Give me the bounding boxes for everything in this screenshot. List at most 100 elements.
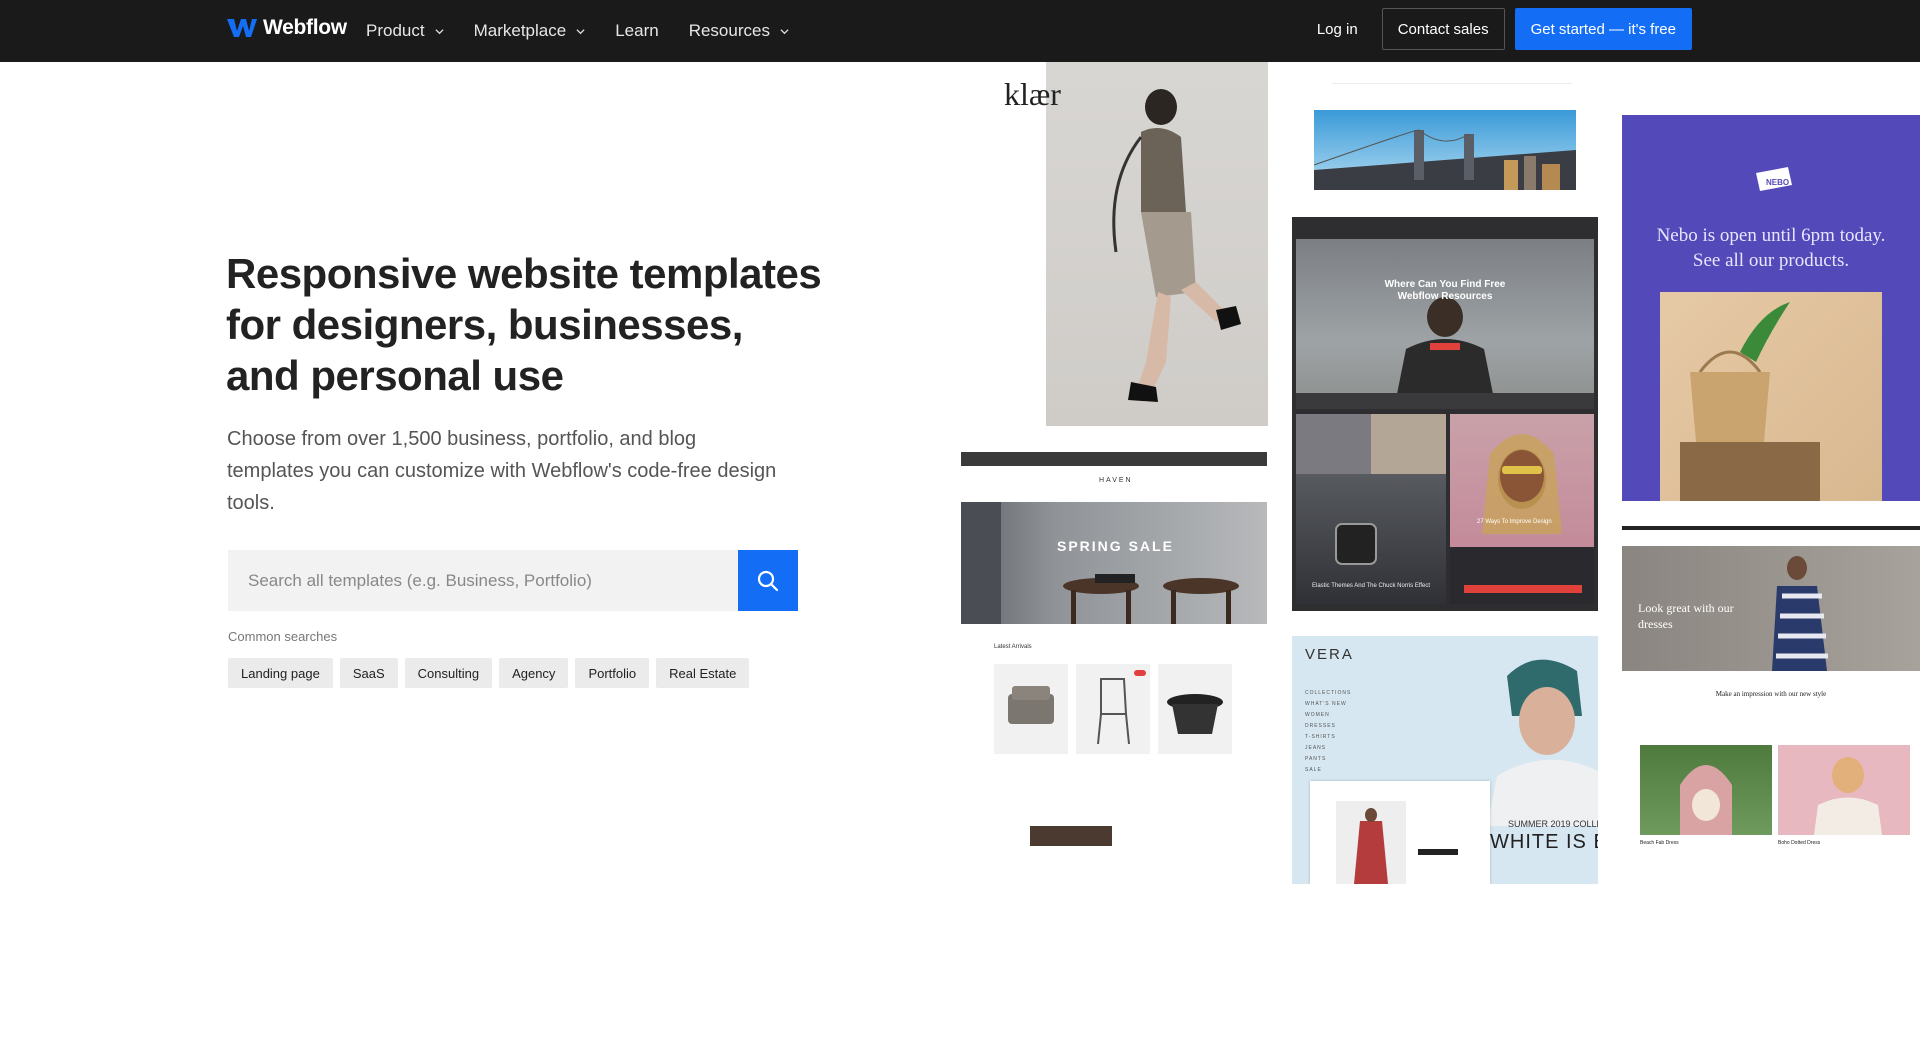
vera-menu-item: PANTS	[1305, 756, 1327, 762]
digest-headline: Where Can You Find Free Webflow Resource…	[1384, 279, 1506, 302]
chevron-down-icon	[780, 28, 789, 34]
vera-menu-item: SALE	[1305, 767, 1322, 773]
nebo-logo-icon: NEBO	[1756, 167, 1792, 191]
common-searches-label: Common searches	[228, 629, 338, 644]
vera-menu: COLLECTIONS WHAT'S NEW WOMEN DRESSES T-S…	[1305, 688, 1351, 776]
chevron-down-icon	[435, 28, 444, 34]
man-with-backpack-image	[1394, 297, 1496, 409]
vera-menu-item: COLLECTIONS	[1305, 690, 1352, 696]
digest-hero	[1296, 239, 1594, 409]
vera-menu-item: DRESSES	[1305, 723, 1336, 729]
template-card-digest[interactable]: Where Can You Find Free Webflow Resource…	[1292, 217, 1598, 611]
nebo-headline: Nebo is open until 6pm today. See all ou…	[1656, 225, 1886, 271]
chip-consulting[interactable]: Consulting	[404, 658, 493, 688]
moda-item-1: Beach Fab Dress	[1640, 840, 1679, 846]
city-header-lines	[1332, 66, 1572, 84]
pink-arch-image	[1680, 765, 1732, 835]
template-card-moda[interactable]: Look great with our dresses Make an impr…	[1622, 526, 1920, 884]
nav-resources-label: Resources	[688, 21, 770, 40]
nav-marketplace-label: Marketplace	[473, 21, 567, 40]
moda-headline: Look great with our dresses	[1638, 601, 1734, 631]
chair-image	[1097, 670, 1146, 745]
brand-name: Webflow	[263, 16, 347, 39]
template-card-city[interactable]	[1292, 62, 1598, 192]
basket-image	[1680, 302, 1820, 501]
chip-portfolio[interactable]: Portfolio	[575, 658, 650, 688]
haven-section-title: Latest Arrivals	[994, 644, 1032, 650]
moda-section-title: Make an impression with our new style	[1715, 690, 1827, 698]
moda-product-2	[1778, 745, 1910, 835]
armchair-image	[1008, 686, 1054, 724]
vera-product-panel	[1310, 781, 1490, 884]
digest-card-1-title: 27 Ways To Improve Design	[1477, 519, 1552, 525]
chip-saas[interactable]: SaaS	[339, 658, 398, 688]
page-title: Responsive website templates for designe…	[226, 250, 822, 399]
chip-landing-page[interactable]: Landing page	[228, 658, 333, 688]
vera-product-image	[1336, 801, 1458, 884]
vera-menu-item: JEANS	[1305, 745, 1327, 751]
woman-braids-image	[1482, 434, 1562, 534]
haven-product-1	[994, 664, 1068, 754]
digest-subscribe-button	[1464, 585, 1582, 593]
nav-product[interactable]: Product	[366, 21, 444, 41]
chevron-down-icon	[576, 28, 585, 34]
bridge-photo	[1313, 110, 1576, 190]
search-button[interactable]	[738, 550, 798, 611]
chip-agency[interactable]: Agency	[499, 658, 569, 688]
digest-cta	[1430, 343, 1460, 350]
haven-banner	[961, 502, 1267, 624]
nav-actions: Log in Contact sales Get started — it's …	[1303, 8, 1692, 50]
vera-brand: VERA	[1305, 646, 1354, 663]
search-input[interactable]	[228, 550, 738, 611]
template-card-haven[interactable]: HAVEN SPRING SALE Latest Arrivals	[961, 452, 1267, 882]
get-started-button[interactable]: Get started — it's free	[1514, 8, 1692, 50]
bridge-image	[1313, 129, 1576, 190]
common-searches: Landing page SaaS Consulting Agency Port…	[228, 658, 750, 688]
search-icon	[757, 570, 779, 591]
nav-marketplace[interactable]: Marketplace	[474, 21, 586, 41]
nav-learn[interactable]: Learn	[615, 21, 658, 41]
haven-product-3	[1158, 664, 1232, 754]
template-card-nebo[interactable]: NEBO Nebo is open until 6pm today. See a…	[1622, 115, 1920, 501]
webflow-logo[interactable]: Webflow	[227, 16, 347, 40]
model-figure-image	[1112, 89, 1241, 402]
top-navbar: Webflow Product Marketplace Learn Resour…	[0, 0, 1920, 62]
nav-learn-label: Learn	[615, 21, 659, 40]
haven-product-2	[1076, 664, 1150, 754]
login-link[interactable]: Log in	[1303, 21, 1372, 38]
webflow-w-icon	[227, 19, 257, 37]
chip-real-estate[interactable]: Real Estate	[656, 658, 750, 688]
klaer-photo	[1046, 62, 1268, 426]
vera-menu-item: WOMEN	[1305, 712, 1330, 718]
digest-card-2	[1450, 414, 1594, 604]
vera-caption: SUMMER 2019 COLLE	[1508, 819, 1598, 829]
klaer-logo: klær	[1004, 76, 1061, 112]
digest-card-2-title: Elastic Themes And The Chuck Norris Effe…	[1312, 583, 1431, 589]
watch-image	[1296, 414, 1446, 565]
digest-tabs	[1296, 393, 1594, 409]
moda-item-2: Boho Dotted Dress	[1778, 840, 1821, 846]
vera-menu-item: WHAT'S NEW	[1305, 701, 1347, 707]
vera-headline: WHITE IS E	[1490, 831, 1598, 853]
haven-shop-button	[1095, 574, 1135, 583]
nebo-photo	[1660, 292, 1882, 501]
moda-product-1	[1640, 745, 1772, 835]
template-card-vera[interactable]: VERA COLLECTIONS WHAT'S NEW WOMEN DRESSE…	[1292, 636, 1598, 884]
stools-image	[961, 502, 1239, 624]
template-search	[228, 550, 798, 611]
haven-brand: HAVEN	[1099, 477, 1133, 484]
woman-hat-image	[1814, 757, 1882, 835]
haven-topbar	[961, 452, 1267, 466]
contact-sales-button[interactable]: Contact sales	[1381, 8, 1505, 50]
haven-headline: SPRING SALE	[1057, 538, 1174, 554]
nav-product-label: Product	[366, 21, 425, 40]
digest-card-1	[1296, 414, 1446, 604]
table-image	[1167, 694, 1223, 734]
nav-links: Product Marketplace Learn Resources	[366, 0, 789, 62]
vera-menu-item: T-SHIRTS	[1305, 734, 1336, 740]
template-card-klaer[interactable]: klær	[1002, 62, 1268, 426]
hero-subtitle: Choose from over 1,500 business, portfol…	[227, 428, 777, 514]
nav-resources[interactable]: Resources	[689, 21, 789, 41]
haven-footer-block	[1030, 826, 1112, 846]
moda-topbar	[1622, 526, 1920, 530]
